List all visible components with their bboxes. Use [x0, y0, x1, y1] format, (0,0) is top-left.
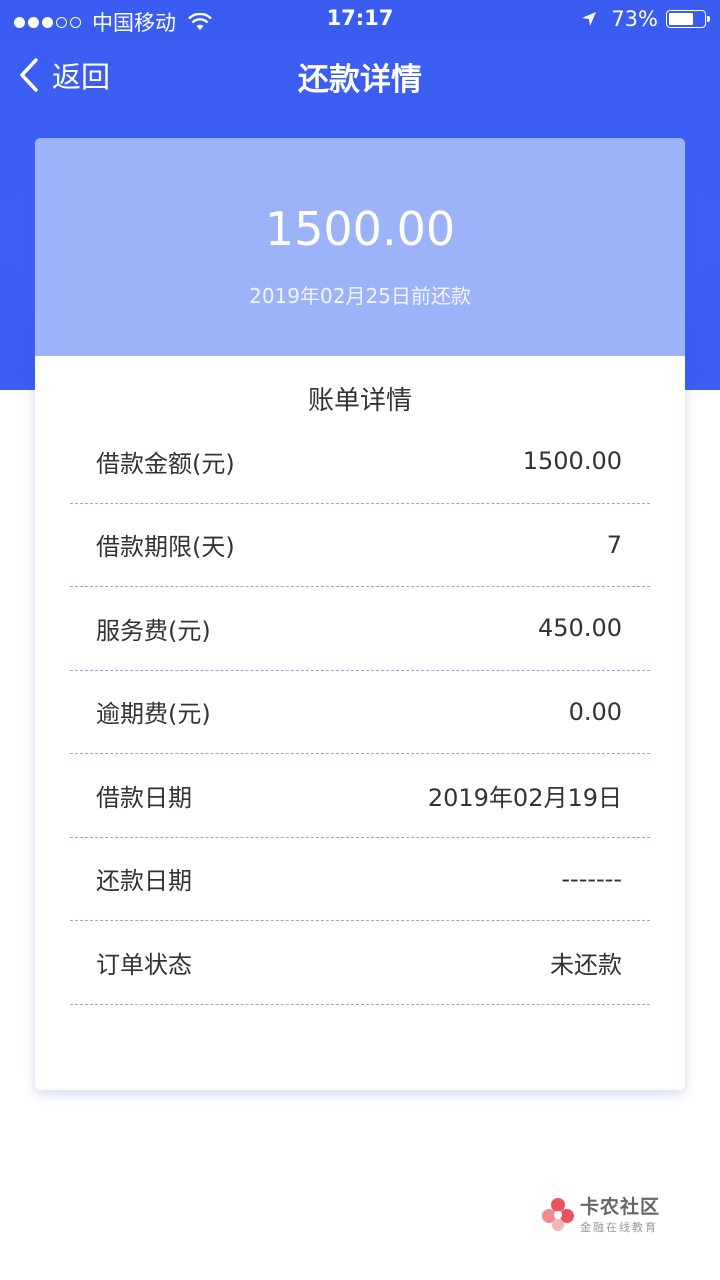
detail-label: 服务费(元): [96, 616, 211, 645]
details-list: 借款金额(元) 1500.00 借款期限(天) 7 服务费(元) 450.00 …: [70, 420, 650, 1005]
repayment-amount: 1500.00: [264, 202, 456, 256]
detail-row-order-status: 订单状态 未还款: [70, 921, 650, 1005]
page-title: 还款详情: [298, 62, 422, 98]
detail-value: 7: [606, 530, 622, 559]
detail-value: 450.00: [538, 614, 622, 643]
repayment-summary: 1500.00 2019年02月25日前还款: [35, 138, 685, 356]
detail-value: 2019年02月19日: [427, 783, 622, 812]
detail-row-overdue-fee: 逾期费(元) 0.00: [70, 671, 650, 754]
detail-label: 借款金额(元): [96, 449, 235, 478]
detail-row-loan-term: 借款期限(天) 7: [70, 504, 650, 587]
status-bar-right: 73%: [581, 7, 710, 31]
watermark-subtitle: 金融在线教育: [580, 1221, 658, 1234]
detail-row-loan-date: 借款日期 2019年02月19日: [70, 754, 650, 838]
detail-label: 逾期费(元): [96, 700, 211, 729]
detail-label: 借款期限(天): [96, 533, 235, 562]
details-title: 账单详情: [307, 386, 412, 416]
battery-fill: [669, 13, 693, 25]
detail-value: 1500.00: [522, 447, 622, 476]
detail-label: 订单状态: [96, 950, 192, 979]
battery-percent: 73%: [611, 7, 658, 31]
kanong-logo-icon: [542, 1197, 574, 1231]
watermark-title: 卡农社区: [580, 1196, 661, 1218]
battery-icon: [666, 10, 710, 28]
detail-row-loan-amount: 借款金额(元) 1500.00: [70, 420, 650, 504]
detail-label: 还款日期: [96, 867, 192, 896]
nav-bar: 返回 还款详情: [0, 36, 720, 112]
detail-row-service-fee: 服务费(元) 450.00: [70, 587, 650, 671]
detail-value: -------: [561, 864, 622, 893]
location-arrow-icon: [582, 12, 597, 26]
detail-value: 0.00: [568, 697, 622, 726]
due-date-text: 2019年02月25日前还款: [249, 284, 471, 308]
detail-value: 未还款: [550, 950, 622, 979]
repayment-card: 1500.00 2019年02月25日前还款 账单详情 借款金额(元) 1500…: [35, 138, 685, 1090]
status-bar: 中国移动 17:17 73%: [0, 0, 720, 36]
detail-label: 借款日期: [96, 783, 192, 812]
watermark: 卡农社区 金融在线教育: [540, 1192, 660, 1235]
detail-row-repay-date: 还款日期 -------: [70, 838, 650, 921]
